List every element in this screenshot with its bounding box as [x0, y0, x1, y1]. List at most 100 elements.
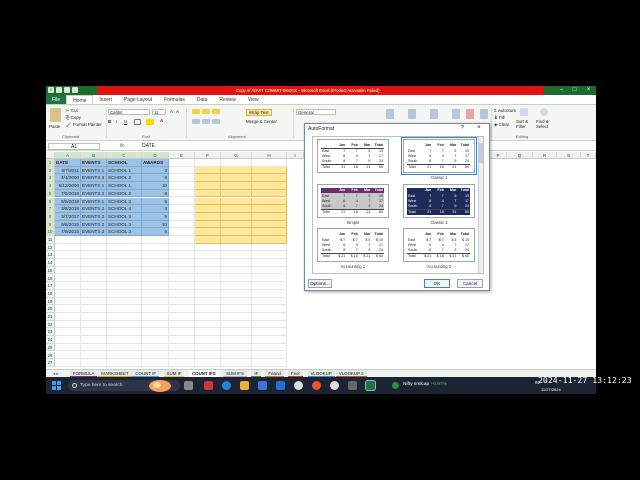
cell[interactable]	[221, 297, 252, 306]
cell[interactable]	[81, 266, 107, 275]
row-header[interactable]: 3	[46, 174, 55, 183]
cell[interactable]	[252, 236, 287, 244]
cell[interactable]	[169, 182, 195, 190]
row-header[interactable]: 16	[46, 274, 55, 283]
cell[interactable]	[252, 205, 287, 213]
row-header[interactable]: 25	[46, 343, 55, 352]
tab-review[interactable]: Review	[213, 95, 241, 104]
cell[interactable]	[107, 359, 142, 367]
cell[interactable]: 7/9/2015	[55, 228, 81, 236]
cell[interactable]	[169, 305, 195, 313]
cell[interactable]	[107, 336, 142, 344]
cell[interactable]	[55, 351, 81, 360]
cell[interactable]	[142, 336, 169, 344]
cell[interactable]	[195, 251, 221, 260]
cell[interactable]	[221, 220, 252, 229]
help-icon[interactable]: ?	[461, 125, 464, 131]
column-header[interactable]: D	[142, 152, 169, 159]
cell[interactable]	[221, 328, 252, 337]
cell[interactable]	[252, 243, 287, 252]
font-color-icon[interactable]: A	[160, 118, 163, 123]
cell[interactable]	[169, 259, 195, 267]
row-header[interactable]: 8	[46, 212, 55, 221]
cell[interactable]	[221, 166, 252, 175]
cell[interactable]	[107, 320, 142, 329]
tab-formulas[interactable]: Formulas	[158, 95, 191, 104]
cell[interactable]: 6	[142, 174, 169, 183]
cell[interactable]	[81, 274, 107, 283]
font-size-dropdown[interactable]: 11	[152, 109, 166, 115]
app-icon[interactable]	[276, 381, 285, 390]
cell[interactable]: EVENTS 2	[81, 220, 107, 229]
row-header[interactable]: 15	[46, 266, 55, 275]
cell[interactable]	[221, 197, 252, 206]
column-header[interactable]: G	[221, 152, 252, 159]
tab-home[interactable]: Home	[66, 95, 94, 104]
cell[interactable]	[81, 305, 107, 313]
header-cell[interactable]: AWARDS	[142, 159, 169, 167]
row-header[interactable]: 7	[46, 205, 55, 213]
cell[interactable]	[221, 343, 252, 352]
column-header[interactable]: Q	[507, 152, 533, 159]
cell[interactable]	[142, 282, 169, 290]
row-header[interactable]: 6	[46, 197, 55, 206]
column-header[interactable]: S	[557, 152, 581, 159]
align-top-icon[interactable]	[192, 109, 200, 114]
cell[interactable]	[142, 266, 169, 275]
excel-taskbar-icon[interactable]	[365, 380, 376, 391]
cell[interactable]	[55, 243, 81, 252]
cell[interactable]	[195, 220, 221, 229]
cell[interactable]	[221, 251, 252, 260]
cell[interactable]	[81, 289, 107, 298]
cell[interactable]	[55, 313, 81, 321]
cell[interactable]	[142, 259, 169, 267]
merge-center-button[interactable]: Merge & Center	[246, 119, 277, 124]
cell[interactable]	[142, 305, 169, 313]
cell[interactable]	[195, 320, 221, 329]
cell[interactable]	[252, 297, 287, 306]
cell[interactable]	[81, 359, 107, 367]
cell[interactable]: SCHOOL 1	[107, 166, 142, 175]
cell[interactable]	[252, 328, 287, 337]
tab-view[interactable]: View	[242, 95, 265, 104]
cell[interactable]	[252, 351, 287, 360]
minimize-icon[interactable]: –	[555, 86, 568, 95]
app-icon[interactable]	[258, 381, 267, 390]
undo-icon[interactable]	[64, 87, 70, 93]
cell[interactable]: EVENTS 1	[81, 166, 107, 175]
header-cell[interactable]: EVENTS	[81, 159, 107, 167]
cell[interactable]	[252, 289, 287, 298]
cell[interactable]: SCHOOL 2	[107, 174, 142, 183]
cell[interactable]	[252, 274, 287, 283]
cell[interactable]: SCHOOL 4	[107, 205, 142, 213]
cell[interactable]	[142, 328, 169, 337]
cell[interactable]	[221, 228, 252, 236]
cell[interactable]	[142, 297, 169, 306]
tab-file[interactable]: File	[46, 95, 67, 104]
cell[interactable]: 3/7/2017	[55, 212, 81, 221]
cell[interactable]	[221, 351, 252, 360]
cell[interactable]	[195, 159, 221, 167]
cell[interactable]	[81, 336, 107, 344]
cell[interactable]	[195, 328, 221, 337]
cell[interactable]	[195, 266, 221, 275]
cell[interactable]	[195, 166, 221, 175]
cell[interactable]	[55, 236, 81, 244]
cell[interactable]	[252, 313, 287, 321]
cell[interactable]	[55, 305, 81, 313]
cell[interactable]	[221, 305, 252, 313]
header-cell[interactable]: DATE	[55, 159, 81, 167]
cell[interactable]: SCHOOL 2	[107, 189, 142, 198]
row-header[interactable]: 24	[46, 336, 55, 344]
cell[interactable]	[142, 274, 169, 283]
cell[interactable]	[142, 243, 169, 252]
cell[interactable]	[252, 320, 287, 329]
cell[interactable]	[195, 343, 221, 352]
cell[interactable]	[107, 251, 142, 260]
cell[interactable]: 4	[142, 205, 169, 213]
cell[interactable]	[221, 174, 252, 183]
cell[interactable]: EVENTS 2	[81, 212, 107, 221]
row-header[interactable]: 18	[46, 289, 55, 298]
cell[interactable]	[195, 212, 221, 221]
clear-button[interactable]: ◈ Clear	[494, 122, 509, 128]
